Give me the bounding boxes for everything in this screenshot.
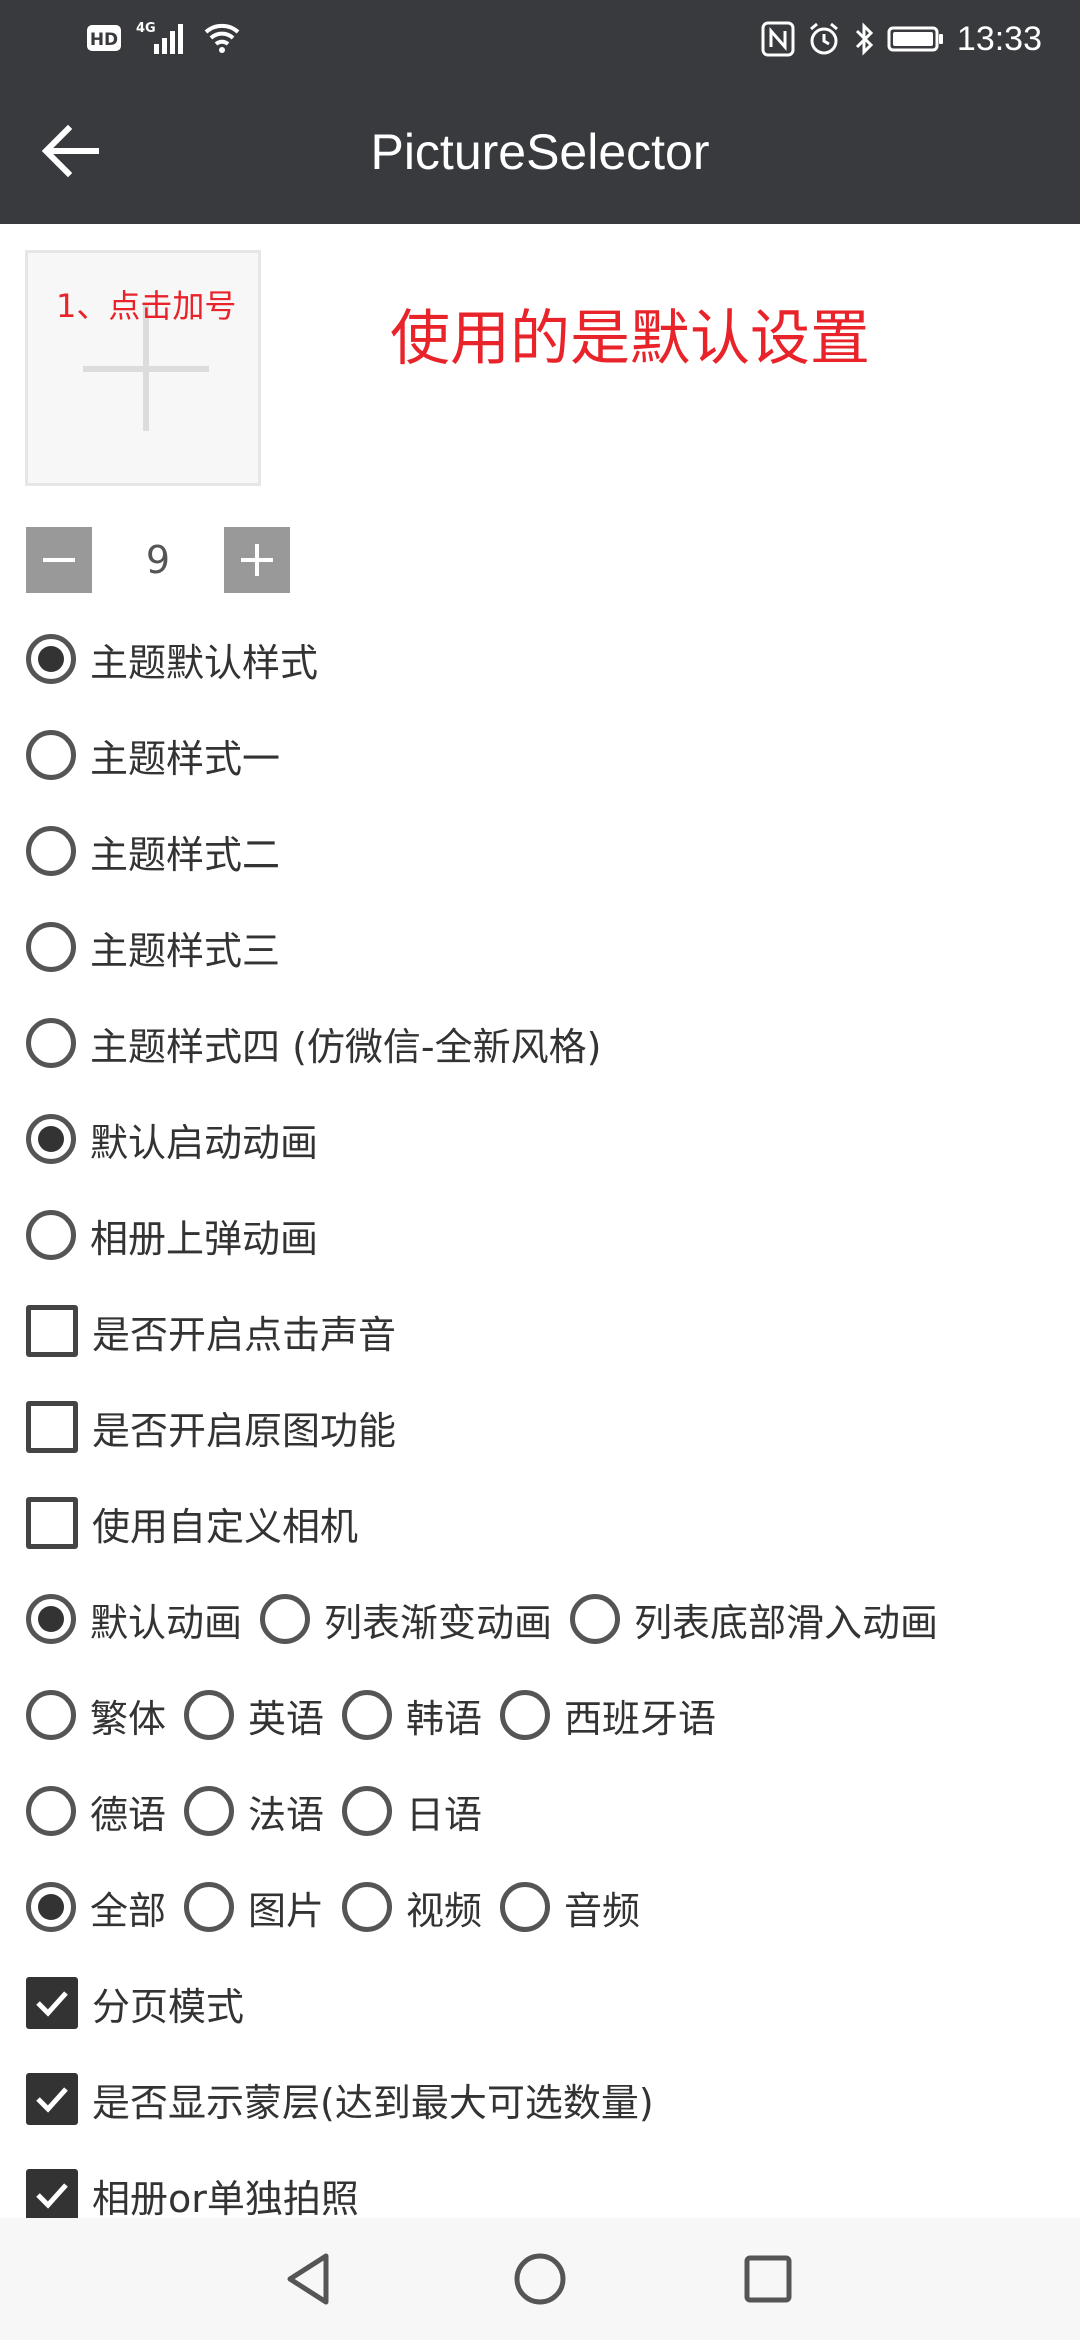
option-lang-japanese[interactable]: 日语 [342,1784,482,1839]
radio-button[interactable] [26,1786,76,1836]
alarm-icon [809,22,838,55]
option-lang-korean[interactable]: 韩语 [342,1688,482,1743]
circle-home-icon [514,2253,566,2305]
checkbox[interactable] [26,1497,78,1549]
option-theme-3[interactable]: 主题样式三 [26,915,280,979]
option-lang-spanish[interactable]: 西班牙语 [500,1688,716,1743]
option-theme-1[interactable]: 主题样式一 [26,723,280,787]
radio-button[interactable] [342,1786,393,1836]
radio-button[interactable] [184,1690,235,1740]
option-custom-camera[interactable]: 使用自定义相机 [26,1491,358,1555]
radio-button-checked[interactable] [26,634,76,684]
max-select-stepper: 9 [26,527,290,593]
status-time: 13:33 [956,20,1042,58]
add-picture-button[interactable]: 1、点击加号 [25,250,261,486]
checkbox-checked[interactable] [26,1977,78,2029]
status-bar: HD 4G 13:33 [0,0,1080,78]
radio-button[interactable] [184,1882,235,1932]
radio-button[interactable] [500,1882,551,1932]
status-left: HD 4G [86,18,242,58]
radio-button[interactable] [26,730,76,780]
radio-button[interactable] [26,1018,76,1068]
checkbox[interactable] [26,1305,78,1357]
settings-notice: 使用的是默认设置 [390,304,870,374]
checkmark-icon [36,2183,68,2209]
media-type-group: 全部 图片 视频 音频 [26,1875,658,1939]
square-recents-icon [744,2255,792,2303]
checkmark-icon [36,2087,68,2113]
bluetooth-icon [855,22,874,56]
page-title: PictureSelector [370,124,710,180]
option-lang-french[interactable]: 法语 [184,1784,324,1839]
signal-4g-icon: 4G [136,21,183,54]
svg-text:HD: HD [90,30,118,50]
radio-button[interactable] [26,1690,76,1740]
option-anim-album-up[interactable]: 相册上弹动画 [26,1203,318,1267]
language-group-2: 德语 法语 日语 [26,1779,500,1843]
nav-back-button[interactable] [276,2246,342,2312]
radio-button[interactable] [342,1882,393,1932]
checkbox-checked[interactable] [26,2073,78,2125]
option-theme-4[interactable]: 主题样式四 (仿微信-全新风格) [26,1011,601,1075]
option-paging-mode[interactable]: 分页模式 [26,1971,244,2035]
radio-button[interactable] [26,1210,76,1260]
checkbox[interactable] [26,1401,78,1453]
option-type-video[interactable]: 视频 [342,1880,482,1935]
option-theme-default[interactable]: 主题默认样式 [26,627,318,691]
radio-button[interactable] [184,1786,235,1836]
system-nav-bar [0,2218,1080,2340]
option-show-mask[interactable]: 是否显示蒙层(达到最大可选数量) [26,2067,654,2131]
option-type-audio[interactable]: 音频 [500,1880,640,1935]
increase-button[interactable] [224,527,290,593]
option-list-anim-fade[interactable]: 列表渐变动画 [260,1592,552,1647]
option-lang-english[interactable]: 英语 [184,1688,324,1743]
option-lang-traditional[interactable]: 繁体 [26,1688,166,1743]
max-select-count: 9 [145,538,171,582]
radio-button[interactable] [260,1594,311,1644]
option-anim-default[interactable]: 默认启动动画 [26,1107,318,1171]
option-list-anim-default[interactable]: 默认动画 [26,1592,242,1647]
option-original-image[interactable]: 是否开启原图功能 [26,1395,396,1459]
add-picture-hint: 1、点击加号 [56,287,237,325]
option-list-anim-slide[interactable]: 列表底部滑入动画 [570,1592,938,1647]
radio-button[interactable] [342,1690,393,1740]
nav-recents-button[interactable] [735,2246,801,2312]
decrease-button[interactable] [26,527,92,593]
option-theme-2[interactable]: 主题样式二 [26,819,280,883]
list-animation-group: 默认动画 列表渐变动画 列表底部滑入动画 [26,1587,956,1651]
checkmark-icon [36,1991,68,2017]
radio-button[interactable] [26,922,76,972]
status-right: 13:33 [761,14,1042,64]
radio-button[interactable] [570,1594,621,1644]
radio-button[interactable] [26,826,76,876]
battery-icon [887,26,943,52]
minus-icon [43,558,75,562]
option-lang-german[interactable]: 德语 [26,1784,166,1839]
option-type-all[interactable]: 全部 [26,1880,166,1935]
triangle-back-icon [287,2253,329,2305]
wifi-icon [204,23,240,53]
option-type-image[interactable]: 图片 [184,1880,324,1935]
radio-button-checked[interactable] [26,1594,76,1644]
radio-button[interactable] [500,1690,551,1740]
checkbox-checked[interactable] [26,2169,78,2221]
svg-text:4G: 4G [136,21,156,36]
radio-button-checked[interactable] [26,1882,76,1932]
language-group-1: 繁体 英语 韩语 西班牙语 [26,1683,734,1747]
nav-home-button[interactable] [507,2246,573,2312]
nfc-icon [761,21,795,57]
radio-button-checked[interactable] [26,1114,76,1164]
hd-icon: HD [87,25,121,51]
option-click-sound[interactable]: 是否开启点击声音 [26,1299,396,1363]
app-toolbar: PictureSelector [0,78,1080,224]
plus-icon [241,544,273,576]
